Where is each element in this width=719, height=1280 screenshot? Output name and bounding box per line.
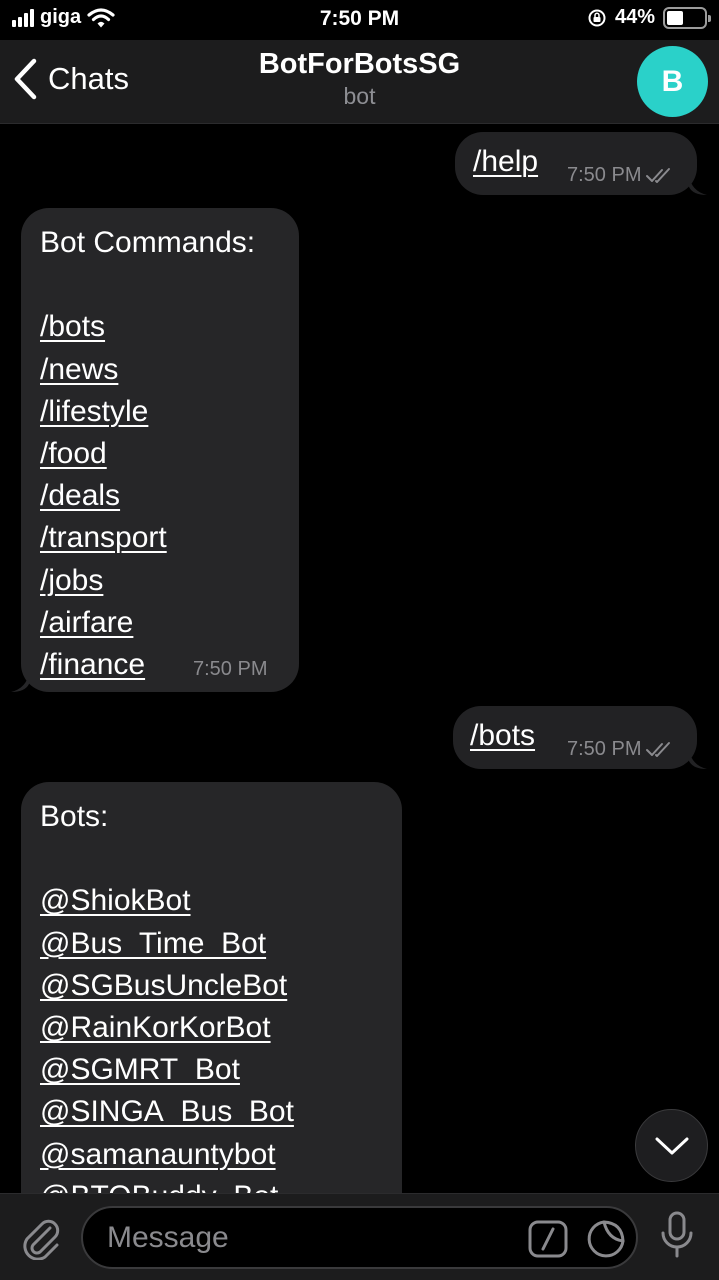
- incoming-message[interactable]: Bots: @ShiokBot @Bus_Time_Bot @SGBusUncl…: [21, 782, 402, 1193]
- bot-mention-link[interactable]: @RainKorKorBot: [40, 1011, 271, 1044]
- message-input-container: [81, 1206, 638, 1269]
- voice-message-button[interactable]: [659, 1211, 695, 1264]
- message-time: 7:50 PM: [567, 738, 642, 760]
- command-link[interactable]: /deals: [40, 479, 120, 512]
- avatar-letter: B: [661, 64, 684, 98]
- bot-mention-link[interactable]: @samanauntybot: [40, 1138, 276, 1171]
- command-link[interactable]: /help: [473, 145, 538, 179]
- bot-mention-link[interactable]: @BTOBuddy_Bot: [40, 1180, 278, 1193]
- avatar[interactable]: B: [637, 46, 708, 117]
- bubble-tail: [689, 749, 707, 769]
- command-link[interactable]: /lifestyle: [40, 395, 148, 428]
- command-link[interactable]: /food: [40, 437, 107, 470]
- message-body: Bots: @ShiokBot @Bus_Time_Bot @SGBusUncl…: [40, 796, 294, 1193]
- bot-commands-button[interactable]: [528, 1220, 568, 1263]
- chevron-down-icon: [655, 1137, 688, 1154]
- message-meta: 7:50 PM: [567, 164, 673, 187]
- attach-button[interactable]: [20, 1214, 62, 1265]
- bubble-tail: [11, 672, 29, 692]
- message-time: 7:50 PM: [193, 658, 268, 680]
- command-link[interactable]: /airfare: [40, 606, 133, 639]
- incoming-message[interactable]: Bot Commands: /bots /news /lifestyle /fo…: [11, 208, 299, 692]
- command-link[interactable]: /transport: [40, 521, 167, 554]
- message-time: 7:50 PM: [567, 164, 642, 186]
- sticker-button[interactable]: [586, 1219, 626, 1264]
- double-check-icon: [646, 741, 671, 757]
- slash-command-icon: [528, 1220, 568, 1258]
- status-right: 44%: [587, 6, 711, 29]
- command-link[interactable]: /jobs: [40, 564, 103, 597]
- message-heading: Bot Commands:: [40, 226, 256, 259]
- bot-mention-link[interactable]: @SGBusUncleBot: [40, 969, 287, 1002]
- chat-subtitle: bot: [343, 83, 376, 109]
- microphone-icon: [661, 1211, 693, 1258]
- bot-mention-link[interactable]: @SINGA_Bus_Bot: [40, 1095, 294, 1128]
- bot-mention-link[interactable]: @SGMRT_Bot: [40, 1053, 240, 1086]
- chat-title: BotForBotsSG: [258, 48, 461, 80]
- battery-percent: 44%: [614, 6, 655, 28]
- bot-mention-link[interactable]: @Bus_Time_Bot: [40, 927, 266, 960]
- command-link[interactable]: /bots: [470, 719, 535, 753]
- sticker-icon: [587, 1220, 625, 1258]
- command-link[interactable]: /finance: [40, 648, 145, 681]
- command-link[interactable]: /bots: [40, 310, 105, 343]
- outgoing-message[interactable]: /bots 7:50 PM: [453, 706, 707, 769]
- paperclip-icon: [23, 1219, 60, 1261]
- message-meta: 7:50 PM: [567, 738, 673, 761]
- message-body: Bot Commands: /bots /news /lifestyle /fo…: [40, 222, 255, 686]
- input-bar: [0, 1193, 719, 1280]
- bubble-tail: [689, 175, 707, 195]
- battery-icon: [663, 6, 711, 29]
- scroll-to-bottom-button[interactable]: [635, 1109, 708, 1182]
- nav-bar: Chats BotForBotsSG bot B: [0, 40, 719, 124]
- double-check-icon: [646, 167, 671, 183]
- message-heading: Bots:: [40, 800, 109, 833]
- message-input[interactable]: [107, 1218, 527, 1258]
- battery-level: [667, 10, 683, 25]
- bot-mention-link[interactable]: @ShiokBot: [40, 884, 191, 917]
- command-link[interactable]: /news: [40, 353, 118, 386]
- outgoing-message[interactable]: /help 7:50 PM: [455, 132, 707, 195]
- status-bar: giga 7:50 PM 44%: [0, 0, 719, 40]
- orientation-lock-icon: [588, 9, 606, 26]
- chat-header[interactable]: BotForBotsSG bot: [0, 48, 719, 110]
- message-list[interactable]: /help 7:50 PM Bot Commands: /bots /news …: [0, 125, 719, 1193]
